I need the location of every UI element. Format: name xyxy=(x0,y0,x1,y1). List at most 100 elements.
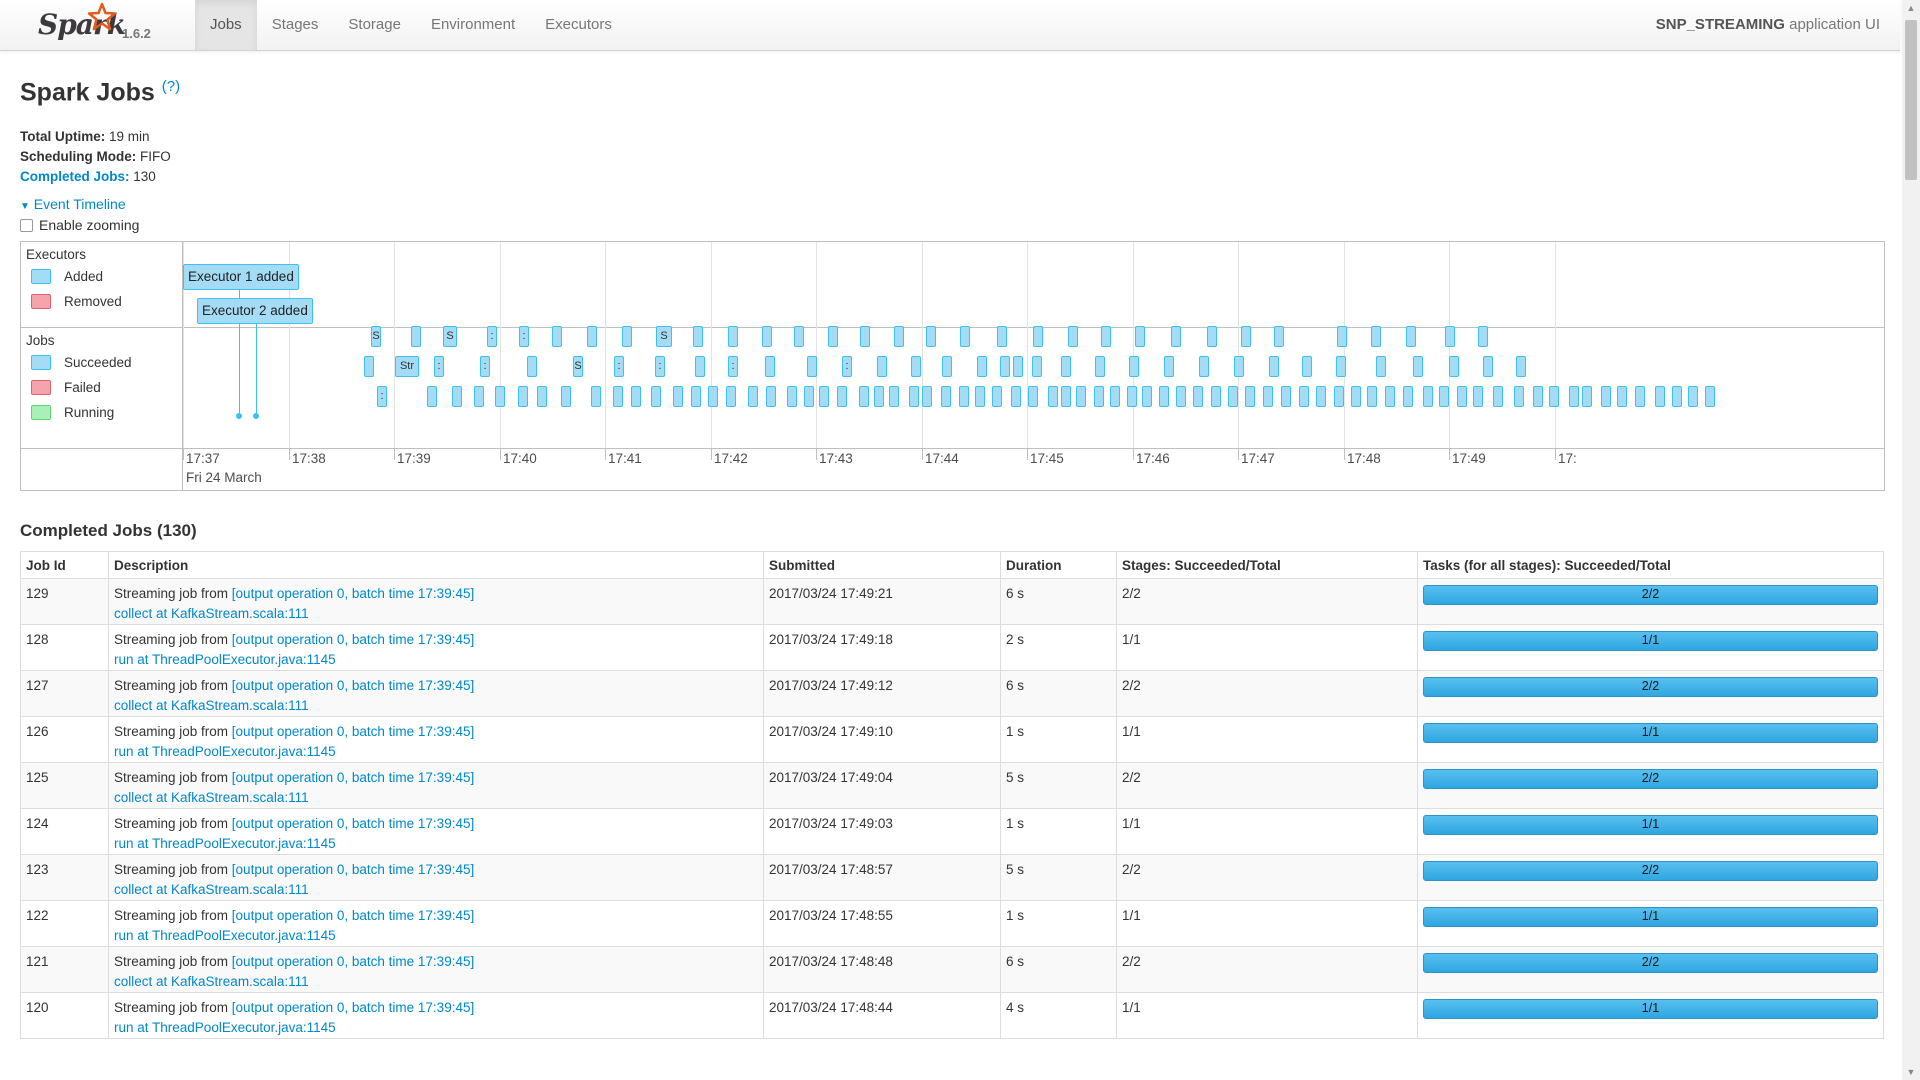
job-timeline-item[interactable] xyxy=(1655,386,1665,407)
header-duration[interactable]: Duration xyxy=(1000,551,1117,579)
scroll-down-icon[interactable]: ▼ xyxy=(1905,1066,1917,1078)
job-timeline-item[interactable] xyxy=(1367,386,1377,407)
job-timeline-item[interactable] xyxy=(1376,356,1386,377)
job-timeline-item[interactable] xyxy=(975,386,985,407)
job-timeline-item[interactable] xyxy=(1101,326,1111,347)
batch-link[interactable]: [output operation 0, batch time 17:39:45… xyxy=(232,678,474,693)
job-timeline-item[interactable] xyxy=(1127,386,1137,407)
job-timeline-item[interactable] xyxy=(1449,356,1459,377)
job-timeline-item[interactable] xyxy=(1445,326,1455,347)
batch-link[interactable]: [output operation 0, batch time 17:39:45… xyxy=(232,586,474,601)
tab-stages[interactable]: Stages xyxy=(257,0,334,50)
executor1-added-event[interactable]: Executor 1 added xyxy=(183,264,299,290)
job-timeline-item[interactable] xyxy=(1406,326,1416,347)
job-timeline-item[interactable] xyxy=(708,386,718,407)
job-timeline-item[interactable]: : xyxy=(614,356,624,377)
job-timeline-item[interactable] xyxy=(693,326,703,347)
job-timeline-item[interactable]: : xyxy=(487,326,497,347)
executor2-added-event[interactable]: Executor 2 added xyxy=(197,298,313,324)
job-timeline-item[interactable] xyxy=(889,386,899,407)
job-timeline-item[interactable] xyxy=(561,386,571,407)
callsite-link[interactable]: collect at KafkaStream.scala:111 xyxy=(114,606,309,621)
job-timeline-item[interactable] xyxy=(1207,326,1217,347)
job-timeline-item[interactable] xyxy=(1094,386,1104,407)
batch-link[interactable]: [output operation 0, batch time 17:39:45… xyxy=(232,770,474,785)
callsite-link[interactable]: run at ThreadPoolExecutor.java:1145 xyxy=(114,652,336,667)
job-timeline-item[interactable] xyxy=(1033,326,1043,347)
job-timeline-item[interactable] xyxy=(794,326,804,347)
job-timeline-item[interactable] xyxy=(651,386,661,407)
job-timeline-item[interactable] xyxy=(1299,386,1309,407)
header-tasks[interactable]: Tasks (for all stages): Succeeded/Total xyxy=(1417,551,1884,579)
job-timeline-item[interactable] xyxy=(364,356,374,377)
batch-link[interactable]: [output operation 0, batch time 17:39:45… xyxy=(232,632,474,647)
timeline-plot[interactable]: Fri 24 March Executor 1 added Executor 2… xyxy=(183,242,1884,490)
job-timeline-item[interactable] xyxy=(1263,386,1273,407)
job-timeline-item[interactable] xyxy=(828,326,838,347)
job-timeline-item[interactable] xyxy=(748,386,758,407)
job-timeline-item[interactable] xyxy=(1672,386,1682,407)
job-timeline-item[interactable]: : xyxy=(377,386,387,407)
job-timeline-item[interactable]: : xyxy=(655,356,665,377)
job-timeline-item[interactable] xyxy=(1334,386,1344,407)
completed-jobs-link[interactable]: Completed Jobs: xyxy=(20,169,130,184)
tab-storage[interactable]: Storage xyxy=(333,0,416,50)
job-timeline-item[interactable] xyxy=(1159,386,1169,407)
job-timeline-item[interactable] xyxy=(1483,356,1493,377)
job-timeline-item[interactable] xyxy=(1617,386,1627,407)
batch-link[interactable]: [output operation 0, batch time 17:39:45… xyxy=(232,908,474,923)
job-timeline-item[interactable] xyxy=(1337,326,1347,347)
job-timeline-item[interactable]: S xyxy=(573,356,583,377)
job-timeline-item[interactable]: S xyxy=(371,326,381,347)
job-timeline-item[interactable] xyxy=(926,326,936,347)
job-timeline-item[interactable] xyxy=(1316,386,1326,407)
job-timeline-item[interactable] xyxy=(911,356,921,377)
job-timeline-item[interactable] xyxy=(959,386,969,407)
job-timeline-item[interactable] xyxy=(474,386,484,407)
job-timeline-item[interactable] xyxy=(1241,326,1251,347)
job-timeline-item[interactable] xyxy=(1234,356,1244,377)
job-timeline-item[interactable]: Str xyxy=(395,356,419,377)
job-timeline-item[interactable] xyxy=(1336,356,1346,377)
job-timeline-item[interactable] xyxy=(691,386,701,407)
job-timeline-item[interactable] xyxy=(837,386,847,407)
job-timeline-item[interactable] xyxy=(819,386,829,407)
tab-executors[interactable]: Executors xyxy=(530,0,627,50)
batch-link[interactable]: [output operation 0, batch time 17:39:45… xyxy=(232,724,474,739)
job-timeline-item[interactable] xyxy=(1403,386,1413,407)
job-timeline-item[interactable] xyxy=(1473,386,1483,407)
job-timeline-item[interactable] xyxy=(587,326,597,347)
job-timeline-item[interactable] xyxy=(1705,386,1715,407)
callsite-link[interactable]: collect at KafkaStream.scala:111 xyxy=(114,698,309,713)
job-timeline-item[interactable] xyxy=(894,326,904,347)
job-timeline-item[interactable] xyxy=(1068,326,1078,347)
job-timeline-item[interactable] xyxy=(1164,356,1174,377)
job-timeline-item[interactable] xyxy=(909,386,919,407)
job-timeline-item[interactable] xyxy=(1371,326,1381,347)
header-job-id[interactable]: Job Id xyxy=(20,551,109,579)
job-timeline-item[interactable]: : xyxy=(480,356,490,377)
callsite-link[interactable]: run at ThreadPoolExecutor.java:1145 xyxy=(114,744,336,759)
tab-environment[interactable]: Environment xyxy=(416,0,530,50)
callsite-link[interactable]: collect at KafkaStream.scala:111 xyxy=(114,974,309,989)
zoom-checkbox[interactable] xyxy=(20,218,33,232)
callsite-link[interactable]: run at ThreadPoolExecutor.java:1145 xyxy=(114,1020,336,1035)
job-timeline-item[interactable]: : xyxy=(728,356,738,377)
job-timeline-item[interactable] xyxy=(728,326,738,347)
job-timeline-item[interactable] xyxy=(1011,386,1021,407)
job-timeline-item[interactable] xyxy=(1549,386,1559,407)
job-timeline-item[interactable] xyxy=(495,386,505,407)
job-timeline-item[interactable] xyxy=(874,386,884,407)
job-timeline-item[interactable] xyxy=(1028,386,1038,407)
job-timeline-item[interactable] xyxy=(1478,326,1488,347)
job-timeline-item[interactable] xyxy=(766,386,776,407)
job-timeline-item[interactable] xyxy=(673,386,683,407)
spark-logo[interactable]: Spark 1.6.2 xyxy=(38,2,158,48)
job-timeline-item[interactable] xyxy=(1413,356,1423,377)
job-timeline-item[interactable] xyxy=(537,386,547,407)
job-timeline-item[interactable] xyxy=(1302,356,1312,377)
job-timeline-item[interactable] xyxy=(1601,386,1611,407)
job-timeline-item[interactable]: : xyxy=(519,326,529,347)
job-timeline-item[interactable]: S xyxy=(443,326,457,347)
job-timeline-item[interactable] xyxy=(807,356,817,377)
